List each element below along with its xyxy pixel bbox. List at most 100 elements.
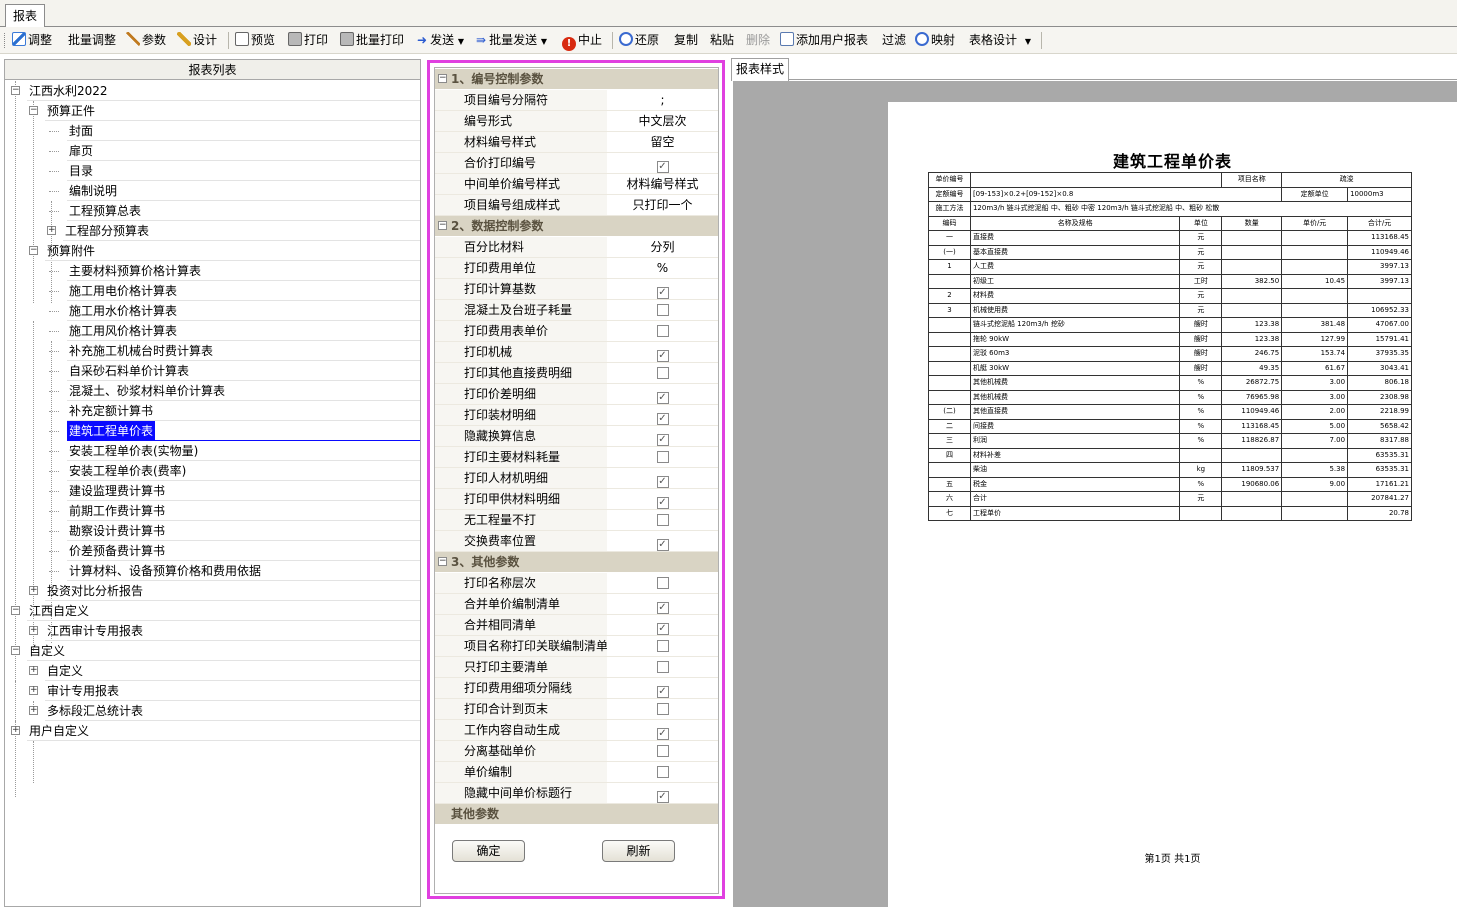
param-row[interactable]: 工作内容自动生成 ✓ bbox=[435, 720, 718, 741]
tree-node[interactable]: 补充定额计算书 bbox=[5, 401, 420, 421]
param-row[interactable]: 打印价差明细 ✓ bbox=[435, 384, 718, 405]
param-section-header[interactable]: −1、编号控制参数 bbox=[435, 69, 718, 89]
param-value-cell[interactable]: 留空 bbox=[607, 132, 718, 152]
param-value-cell[interactable] bbox=[607, 573, 718, 593]
tree-node[interactable]: + 投资对比分析报告 bbox=[5, 581, 420, 601]
param-row[interactable]: 打印人材机明细 ✓ bbox=[435, 468, 718, 489]
param-row[interactable]: 隐藏中间单价标题行 ✓ bbox=[435, 783, 718, 804]
tree-node[interactable]: 安装工程单价表(实物量) bbox=[5, 441, 420, 461]
tree-node[interactable]: + 江西审计专用报表 bbox=[5, 621, 420, 641]
copy-button[interactable]: 复制 bbox=[674, 31, 698, 50]
param-row[interactable]: 打印其他直接费明细 bbox=[435, 363, 718, 384]
chevron-down-icon[interactable]: ▼ bbox=[458, 37, 464, 46]
param-value-cell[interactable] bbox=[607, 321, 718, 341]
param-row[interactable]: 分离基础单价 bbox=[435, 741, 718, 762]
param-row[interactable]: 项目编号分隔符; bbox=[435, 90, 718, 111]
checkbox-unchecked[interactable] bbox=[656, 304, 669, 316]
checkbox-unchecked[interactable] bbox=[656, 451, 669, 463]
tree-node[interactable]: 安装工程单价表(费率) bbox=[5, 461, 420, 481]
expand-icon[interactable]: + bbox=[29, 686, 38, 695]
batch-send-button[interactable]: ⇛ 批量发送 ▼ bbox=[476, 31, 547, 50]
checkbox-unchecked[interactable] bbox=[656, 745, 669, 757]
collapse-icon[interactable]: − bbox=[11, 646, 20, 655]
param-row[interactable]: 合并相同清单 ✓ bbox=[435, 615, 718, 636]
checkbox-checked[interactable]: ✓ bbox=[656, 476, 669, 488]
restore-button[interactable]: 还原 bbox=[619, 31, 659, 50]
param-row[interactable]: 打印机械 ✓ bbox=[435, 342, 718, 363]
tree-node[interactable]: 工程预算总表 bbox=[5, 201, 420, 221]
tree-node[interactable]: − 江西自定义 bbox=[5, 601, 420, 621]
tree-node[interactable]: 价差预备费计算书 bbox=[5, 541, 420, 561]
param-row[interactable]: 合并单价编制清单 ✓ bbox=[435, 594, 718, 615]
preview-canvas[interactable]: 建筑工程单价表 单价编号 项目名称 疏浚 定额编号 [09-153]×0.2+[09-1… bbox=[733, 81, 1457, 907]
add-user-report-button[interactable]: 添加用户报表 bbox=[780, 31, 868, 50]
checkbox-unchecked[interactable] bbox=[656, 640, 669, 652]
param-row[interactable]: 混凝土及台班子耗量 bbox=[435, 300, 718, 321]
param-row[interactable]: 只打印主要清单 bbox=[435, 657, 718, 678]
tree-node[interactable]: + 自定义 bbox=[5, 661, 420, 681]
param-value-cell[interactable]: ✓ bbox=[607, 468, 718, 488]
param-value-cell[interactable]: ✓ bbox=[607, 279, 718, 299]
preview-button[interactable]: 预览 bbox=[235, 31, 275, 50]
expand-icon[interactable]: + bbox=[29, 706, 38, 715]
checkbox-checked[interactable]: ✓ bbox=[656, 728, 669, 740]
param-value-cell[interactable] bbox=[607, 741, 718, 761]
param-value-cell[interactable]: ✓ bbox=[607, 594, 718, 614]
param-value-cell[interactable] bbox=[607, 510, 718, 530]
param-value-cell[interactable]: 分列 bbox=[607, 237, 718, 257]
expand-icon[interactable]: + bbox=[29, 666, 38, 675]
param-value-cell[interactable]: ✓ bbox=[607, 384, 718, 404]
refresh-button[interactable]: 刷新 bbox=[602, 840, 675, 862]
collapse-icon[interactable]: − bbox=[438, 557, 447, 566]
param-row[interactable]: 打印费用细项分隔线 ✓ bbox=[435, 678, 718, 699]
checkbox-checked[interactable]: ✓ bbox=[656, 623, 669, 635]
param-section-header[interactable]: −2、数据控制参数 bbox=[435, 216, 718, 236]
tree-node[interactable]: − 江西水利2022 bbox=[5, 81, 420, 101]
stop-button[interactable]: ! 中止 bbox=[562, 31, 602, 51]
param-row[interactable]: 材料编号样式 留空 bbox=[435, 132, 718, 153]
param-value-cell[interactable] bbox=[607, 447, 718, 467]
param-value-cell[interactable]: 材料编号样式 bbox=[607, 174, 718, 194]
tree-node[interactable]: 勘察设计费计算书 bbox=[5, 521, 420, 541]
tree-node[interactable]: + 工程部分预算表 bbox=[5, 221, 420, 241]
param-value-cell[interactable]: ✓ bbox=[607, 720, 718, 740]
tree-node[interactable]: 编制说明 bbox=[5, 181, 420, 201]
param-value-cell[interactable] bbox=[607, 636, 718, 656]
collapse-icon[interactable]: − bbox=[11, 86, 20, 95]
tab-report-style[interactable]: 报表样式 bbox=[731, 58, 789, 81]
param-value-cell[interactable]: ✓ bbox=[607, 153, 718, 173]
param-row[interactable]: 隐藏换算信息 ✓ bbox=[435, 426, 718, 447]
mapping-button[interactable]: 映射 bbox=[915, 31, 955, 50]
tree-node[interactable]: 施工用电价格计算表 bbox=[5, 281, 420, 301]
table-design-button[interactable]: 表格设计 ▼ bbox=[969, 31, 1031, 50]
param-row[interactable]: 打印甲供材料明细 ✓ bbox=[435, 489, 718, 510]
checkbox-checked[interactable]: ✓ bbox=[656, 539, 669, 551]
param-row[interactable]: 打印合计到页末 bbox=[435, 699, 718, 720]
tree-node[interactable]: − 预算正件 bbox=[5, 101, 420, 121]
tree-node[interactable]: 施工用风价格计算表 bbox=[5, 321, 420, 341]
param-row[interactable]: 打印费用表单价 bbox=[435, 321, 718, 342]
adjust-button[interactable]: 调整 bbox=[12, 31, 52, 50]
param-value-cell[interactable]: ✓ bbox=[607, 405, 718, 425]
checkbox-checked[interactable]: ✓ bbox=[656, 413, 669, 425]
param-row[interactable]: 打印计算基数 ✓ bbox=[435, 279, 718, 300]
collapse-icon[interactable]: − bbox=[29, 246, 38, 255]
checkbox-checked[interactable]: ✓ bbox=[656, 602, 669, 614]
param-row[interactable]: 无工程量不打 bbox=[435, 510, 718, 531]
delete-button[interactable]: 删除 bbox=[746, 31, 770, 50]
parameter-button[interactable]: 参数 bbox=[126, 31, 166, 50]
param-value-cell[interactable]: ✓ bbox=[607, 615, 718, 635]
param-value-cell[interactable]: % bbox=[607, 258, 718, 278]
checkbox-unchecked[interactable] bbox=[656, 703, 669, 715]
collapse-icon[interactable]: − bbox=[29, 106, 38, 115]
param-row[interactable]: 打印名称层次 bbox=[435, 573, 718, 594]
collapse-icon[interactable]: − bbox=[438, 74, 447, 83]
param-value-cell[interactable]: ✓ bbox=[607, 678, 718, 698]
param-row[interactable]: 百分比材料 分列 bbox=[435, 237, 718, 258]
param-row[interactable]: 中间单价编号样式 材料编号样式 bbox=[435, 174, 718, 195]
tree-node[interactable]: − 预算附件 bbox=[5, 241, 420, 261]
param-row[interactable]: 编号形式 中文层次 bbox=[435, 111, 718, 132]
paste-button[interactable]: 粘贴 bbox=[710, 31, 734, 50]
param-row[interactable]: 打印主要材料耗量 bbox=[435, 447, 718, 468]
expand-icon[interactable]: + bbox=[11, 726, 20, 735]
